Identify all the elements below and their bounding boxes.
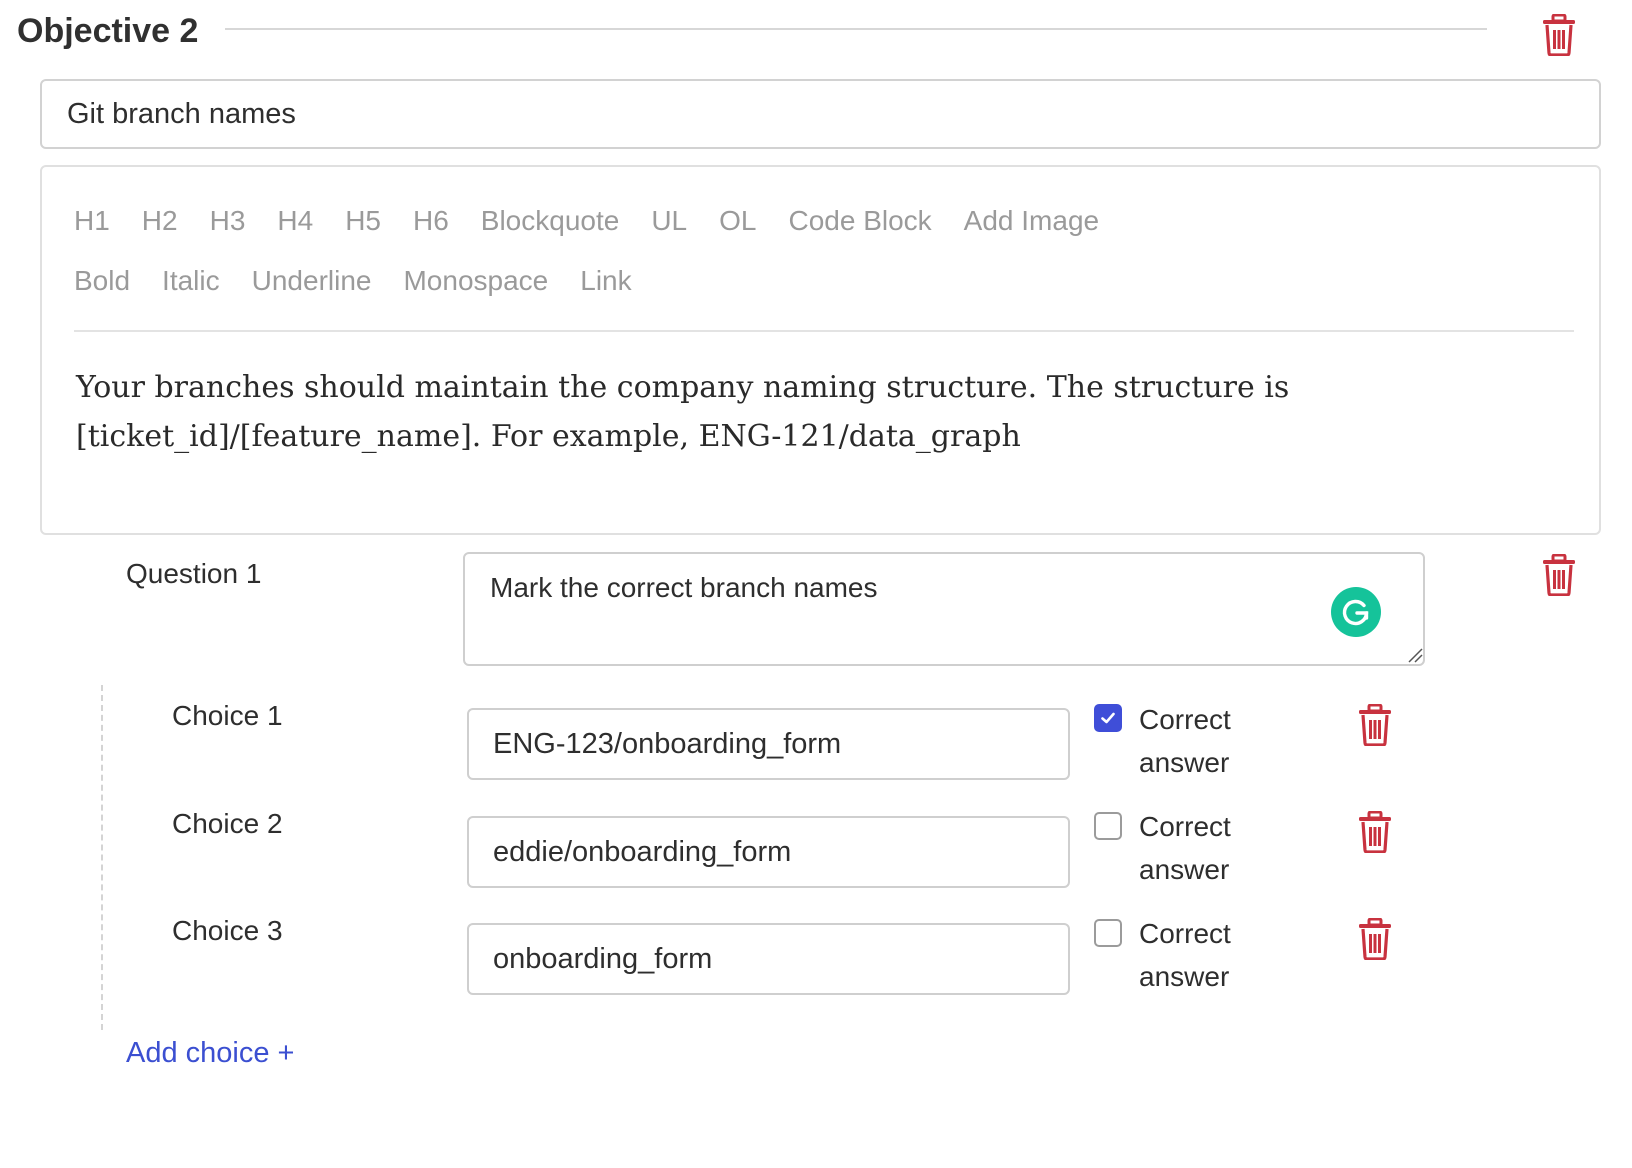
- choice-input[interactable]: [467, 708, 1070, 780]
- delete-question-button[interactable]: [1541, 554, 1577, 596]
- objective-editor: Objective 2 H1 H2 H3 H4 H5 H6 Blockquote…: [0, 0, 1632, 1168]
- checkmark-icon: [1101, 712, 1115, 724]
- trash-icon: [1359, 811, 1391, 853]
- trash-icon: [1359, 704, 1391, 746]
- toolbar-h2-button[interactable]: H2: [142, 205, 178, 237]
- toolbar-h6-button[interactable]: H6: [413, 205, 449, 237]
- correct-answer-label-line: answer: [1139, 961, 1230, 992]
- toolbar-h4-button[interactable]: H4: [277, 205, 313, 237]
- trash-icon: [1543, 14, 1575, 56]
- trash-icon: [1359, 918, 1391, 960]
- correct-answer-label: Correct answer: [1139, 698, 1299, 784]
- toolbar-ul-button[interactable]: UL: [651, 205, 687, 237]
- add-choice-link[interactable]: Add choice +: [126, 1037, 294, 1070]
- toolbar-code-block-button[interactable]: Code Block: [788, 205, 931, 237]
- correct-answer-label-line: answer: [1139, 747, 1230, 778]
- question-text: Mark the correct branch names: [490, 572, 878, 603]
- grammarly-icon: [1342, 599, 1369, 626]
- question-label: Question 1: [126, 558, 262, 589]
- toolbar-underline-button[interactable]: Underline: [252, 265, 372, 297]
- choice-label: Choice 1: [172, 700, 283, 731]
- correct-answer-label: Correct answer: [1139, 805, 1299, 891]
- toolbar-link-button[interactable]: Link: [580, 265, 631, 297]
- objective-name-input[interactable]: [40, 79, 1601, 149]
- resize-handle-icon[interactable]: [1407, 647, 1423, 663]
- toolbar-ol-button[interactable]: OL: [719, 205, 756, 237]
- objective-divider: [225, 28, 1487, 30]
- correct-answer-checkbox[interactable]: [1094, 919, 1122, 947]
- correct-answer-checkbox[interactable]: [1094, 704, 1122, 732]
- choice-label: Choice 2: [172, 808, 283, 839]
- objective-title: Objective 2: [17, 12, 199, 50]
- correct-answer-checkbox[interactable]: [1094, 812, 1122, 840]
- grammarly-button[interactable]: [1331, 587, 1381, 637]
- toolbar-add-image-button[interactable]: Add Image: [964, 205, 1099, 237]
- toolbar-italic-button[interactable]: Italic: [162, 265, 220, 297]
- delete-objective-button[interactable]: [1541, 14, 1577, 56]
- toolbar-monospace-button[interactable]: Monospace: [403, 265, 548, 297]
- toolbar-blockquote-button[interactable]: Blockquote: [481, 205, 620, 237]
- choice-input[interactable]: [467, 923, 1070, 995]
- editor-content-line: Your branches should maintain the compan…: [76, 370, 1290, 405]
- toolbar-bold-button[interactable]: Bold: [74, 265, 130, 297]
- editor-content[interactable]: Your branches should maintain the compan…: [76, 363, 1496, 461]
- editor-toolbar-row-1: H1 H2 H3 H4 H5 H6 Blockquote UL OL Code …: [74, 205, 1131, 237]
- editor-toolbar-row-2: Bold Italic Underline Monospace Link: [74, 265, 664, 297]
- correct-answer-label-line: Correct: [1139, 811, 1231, 842]
- trash-icon: [1543, 554, 1575, 596]
- toolbar-h5-button[interactable]: H5: [345, 205, 381, 237]
- rich-text-editor[interactable]: H1 H2 H3 H4 H5 H6 Blockquote UL OL Code …: [40, 165, 1601, 535]
- editor-content-line: [ticket_id]/[feature_name]. For example,…: [76, 419, 1021, 454]
- correct-answer-label-line: Correct: [1139, 704, 1231, 735]
- delete-choice-button[interactable]: [1357, 811, 1393, 853]
- toolbar-h1-button[interactable]: H1: [74, 205, 110, 237]
- toolbar-h3-button[interactable]: H3: [210, 205, 246, 237]
- choices-rail: [101, 685, 103, 1030]
- choice-input[interactable]: [467, 816, 1070, 888]
- delete-choice-button[interactable]: [1357, 918, 1393, 960]
- correct-answer-label-line: answer: [1139, 854, 1230, 885]
- correct-answer-label-line: Correct: [1139, 918, 1231, 949]
- correct-answer-label: Correct answer: [1139, 912, 1299, 998]
- delete-choice-button[interactable]: [1357, 704, 1393, 746]
- question-textarea[interactable]: Mark the correct branch names: [463, 552, 1425, 666]
- editor-divider: [74, 330, 1574, 332]
- choice-label: Choice 3: [172, 915, 283, 946]
